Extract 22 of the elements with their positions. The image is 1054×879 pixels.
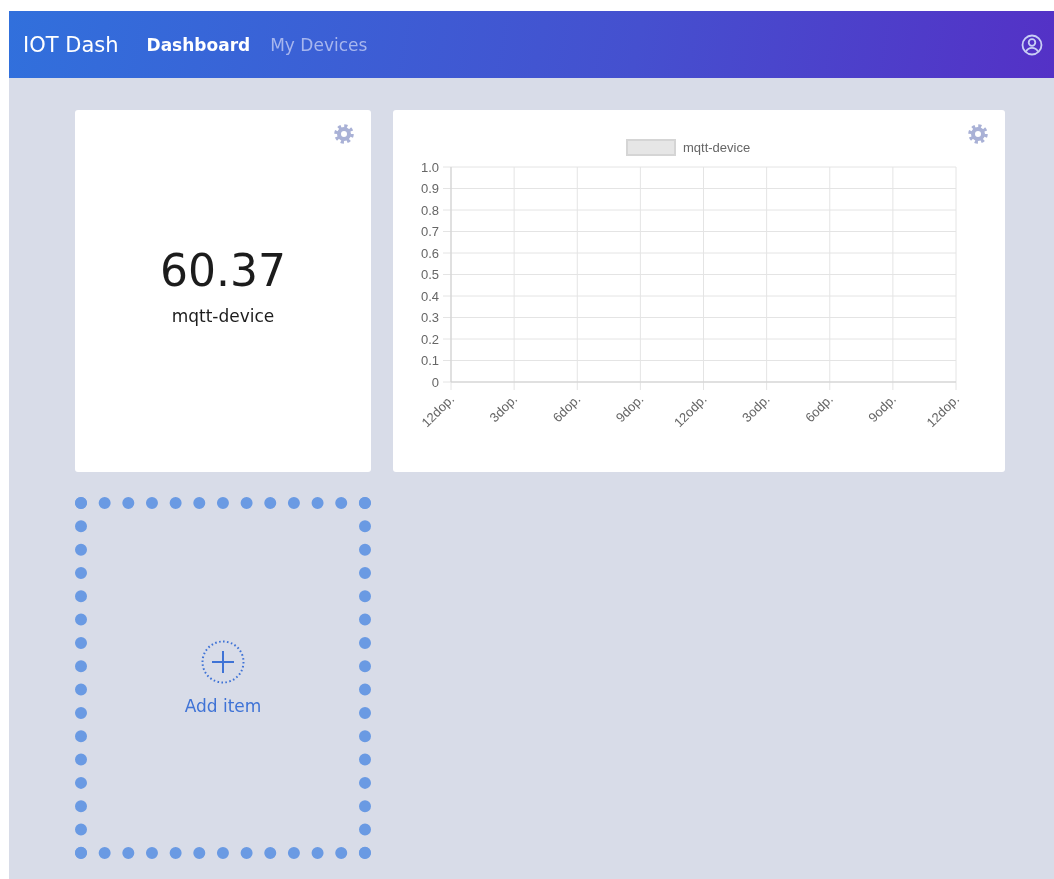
- y-tick-label: 0.6: [420, 245, 439, 261]
- y-tick-label: 0.9: [420, 181, 439, 196]
- account-icon[interactable]: [1021, 33, 1043, 56]
- nav-link[interactable]: My Devices: [270, 34, 368, 55]
- add-item-button[interactable]: Add item: [75, 497, 371, 859]
- y-tick-label: 1.0: [420, 159, 439, 175]
- device-label: mqtt-device: [171, 305, 275, 326]
- plus-circle-icon: [201, 640, 245, 684]
- brand-title[interactable]: IOT Dash: [23, 32, 119, 57]
- settings-icon[interactable]: [334, 124, 354, 144]
- y-tick-label: 0.3: [420, 310, 439, 325]
- value-reading: 60.37: [160, 244, 286, 296]
- settings-icon[interactable]: [968, 124, 988, 144]
- y-tick-label: 0: [431, 374, 439, 390]
- y-tick-label: 0.1: [420, 353, 439, 368]
- y-tick-label: 0.8: [420, 202, 439, 218]
- legend-label[interactable]: mqtt-device: [683, 140, 751, 155]
- y-tick-label: 0.4: [420, 288, 439, 304]
- nav-link[interactable]: Dashboard: [146, 34, 251, 55]
- y-tick-label: 0.2: [420, 331, 439, 347]
- y-tick-label: 0.7: [420, 224, 439, 239]
- y-tick-label: 0.5: [420, 267, 439, 282]
